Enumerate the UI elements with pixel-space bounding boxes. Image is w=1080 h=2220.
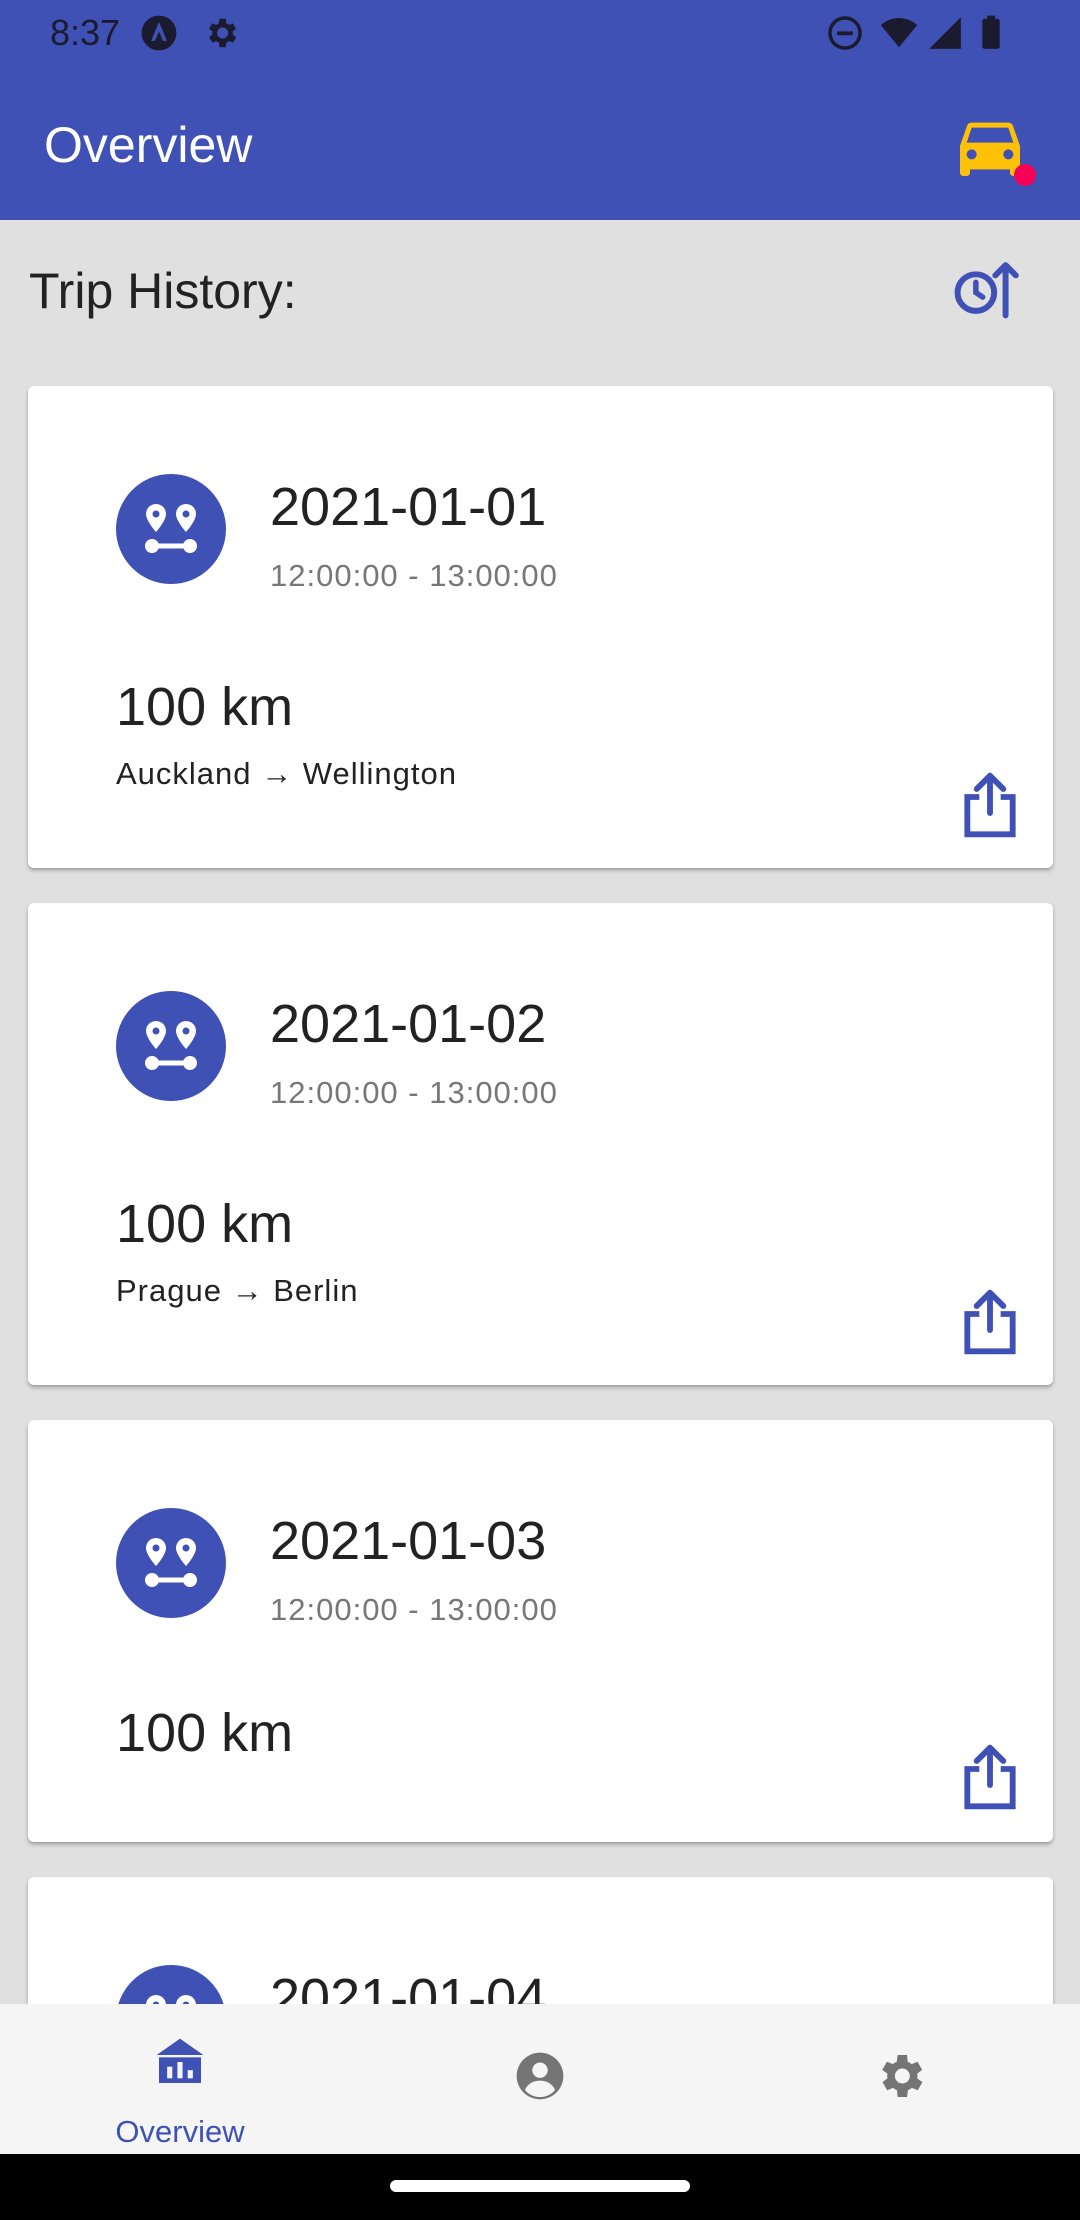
trip-time: 12:00:00 - 13:00:00 [270, 1075, 558, 1110]
settings-icon [882, 2055, 923, 2097]
app-bar: Overview [0, 66, 1080, 220]
trip-card[interactable]: 2021-01-01 12:00:00 - 13:00:00 100 km Au… [28, 386, 1053, 868]
route-icon [116, 991, 226, 1101]
share-icon[interactable] [958, 1287, 1022, 1357]
trip-time: 12:00:00 - 13:00:00 [270, 1592, 558, 1627]
nav-overview[interactable]: Overview [60, 2004, 300, 2154]
section-title: Trip History: [29, 263, 297, 319]
trip-time: 12:00:00 - 13:00:00 [270, 558, 558, 593]
autofill-icon [141, 15, 177, 51]
trip-date: 2021-01-03 [270, 1511, 547, 1571]
nav-account[interactable] [420, 2004, 660, 2154]
trip-date: 2021-01-02 [270, 994, 547, 1054]
bottom-navigation: Overview [0, 2004, 1080, 2154]
settings-gear-icon [208, 18, 237, 48]
battery-icon [982, 15, 1000, 49]
trip-distance: 100 km [116, 1703, 294, 1763]
status-bar: 8:37 [0, 0, 1080, 66]
trip-card[interactable]: 2021-01-02 12:00:00 - 13:00:00 100 km Pr… [28, 903, 1053, 1385]
account-icon [516, 2052, 564, 2100]
trip-distance: 100 km [116, 677, 294, 737]
signal-icon [929, 17, 961, 49]
trip-distance: 100 km [116, 1194, 294, 1254]
share-icon[interactable] [958, 770, 1022, 840]
home-gesture-handle[interactable] [390, 2180, 690, 2192]
notification-badge [1014, 164, 1036, 186]
overview-icon [156, 2038, 204, 2083]
trip-card[interactable]: 2021-01-03 12:00:00 - 13:00:00 100 km [28, 1420, 1053, 1842]
nav-settings[interactable] [780, 2004, 1020, 2154]
trip-route: Auckland → Wellington [116, 756, 457, 791]
history-sort-icon[interactable] [950, 256, 1020, 320]
route-icon [116, 474, 226, 584]
nav-label: Overview [115, 2114, 245, 2149]
page-title: Overview [44, 117, 253, 173]
wifi-icon [880, 17, 918, 48]
do-not-disturb-icon [828, 16, 862, 50]
trip-route: Prague → Berlin [116, 1273, 359, 1308]
status-time: 8:37 [50, 12, 121, 53]
trip-date: 2021-01-01 [270, 477, 547, 537]
share-icon[interactable] [958, 1742, 1022, 1812]
route-icon [116, 1508, 226, 1618]
